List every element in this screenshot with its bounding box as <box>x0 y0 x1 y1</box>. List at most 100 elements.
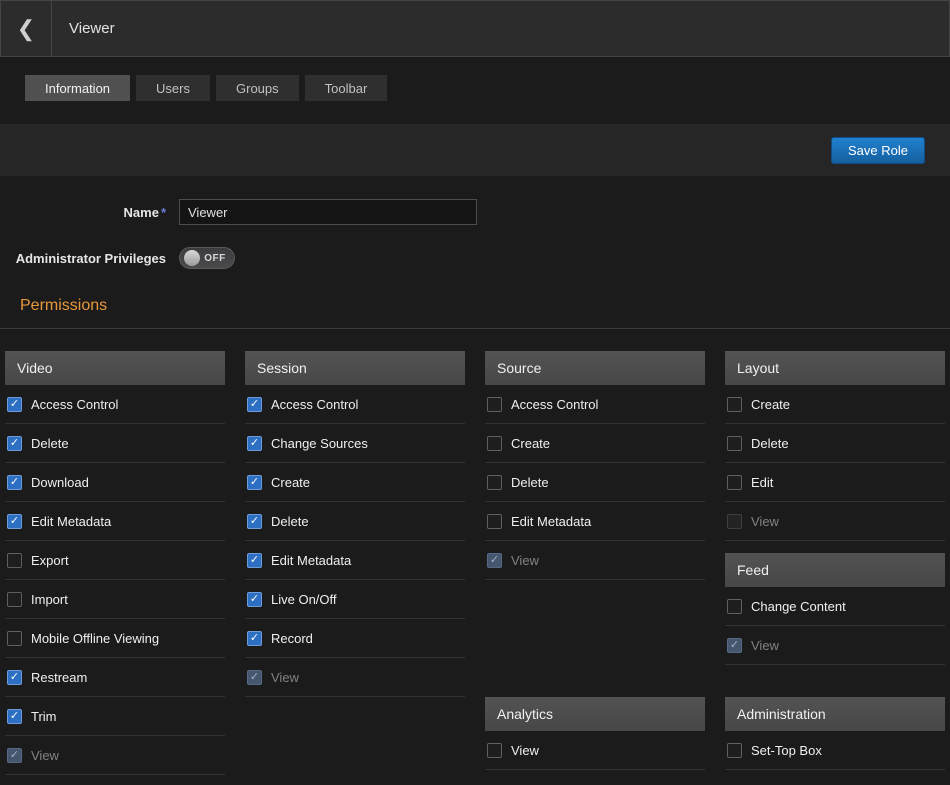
top-header: ❮ Viewer <box>0 0 950 57</box>
perm-label-mobile-offline-viewing: Mobile Offline Viewing <box>31 631 159 646</box>
perm-group-feed: FeedChange Content✓View <box>725 553 945 665</box>
checkbox-video-trim[interactable]: ✓ <box>7 709 22 724</box>
perm-label-create: Create <box>271 475 310 490</box>
perm-row-video-view: ✓ View <box>5 736 225 775</box>
perm-row-layout-edit: Edit <box>725 463 945 502</box>
perm-label-record: Record <box>271 631 313 646</box>
perm-row-video-access-control: ✓ Access Control <box>5 385 225 424</box>
checkbox-layout-view <box>727 514 742 529</box>
tab-information[interactable]: Information <box>25 75 130 101</box>
perm-label-edit-metadata: Edit Metadata <box>511 514 591 529</box>
perm-label-delete: Delete <box>271 514 309 529</box>
perm-label-access-control: Access Control <box>31 397 118 412</box>
checkbox-analytics-view[interactable] <box>487 743 502 758</box>
checkbox-video-delete[interactable]: ✓ <box>7 436 22 451</box>
checkbox-session-access-control[interactable]: ✓ <box>247 397 262 412</box>
chevron-left-icon: ❮ <box>17 18 35 40</box>
checkbox-source-create[interactable] <box>487 436 502 451</box>
perm-row-session-live-on-off: ✓ Live On/Off <box>245 580 465 619</box>
checkbox-session-record[interactable]: ✓ <box>247 631 262 646</box>
perm-row-source-view: ✓ View <box>485 541 705 580</box>
perm-label-live-on-off: Live On/Off <box>271 592 337 607</box>
checkbox-video-access-control[interactable]: ✓ <box>7 397 22 412</box>
perm-label-import: Import <box>31 592 68 607</box>
perm-group-session: Session✓Access Control✓Change Sources✓Cr… <box>245 351 465 697</box>
perm-row-session-record: ✓ Record <box>245 619 465 658</box>
perm-row-session-access-control: ✓Access Control <box>245 385 465 424</box>
perm-label-view: View <box>31 748 59 763</box>
perm-group-title-administration: Administration <box>725 697 945 731</box>
perm-row-source-access-control: Access Control <box>485 385 705 424</box>
toggle-state-label: OFF <box>200 253 230 264</box>
name-input[interactable] <box>179 199 477 225</box>
checkbox-administration-set-top-box[interactable] <box>727 743 742 758</box>
checkbox-layout-edit[interactable] <box>727 475 742 490</box>
required-asterisk: * <box>161 205 166 220</box>
perm-row-source-delete: Delete <box>485 463 705 502</box>
checkbox-video-download[interactable]: ✓ <box>7 475 22 490</box>
name-label: Name* <box>0 205 166 220</box>
tab-users[interactable]: Users <box>136 75 210 101</box>
role-form: Name* Administrator Privileges OFF <box>0 199 950 269</box>
perm-label-view: View <box>751 514 779 529</box>
perm-row-feed-change-content: Change Content <box>725 587 945 626</box>
perm-label-view: View <box>751 638 779 653</box>
tab-bar: InformationUsersGroupsToolbar <box>25 75 950 101</box>
checkbox-source-access-control[interactable] <box>487 397 502 412</box>
admin-privileges-label: Administrator Privileges <box>0 251 166 266</box>
role-editor-page: ❮ Viewer InformationUsersGroupsToolbar S… <box>0 0 950 775</box>
perm-label-change-sources: Change Sources <box>271 436 368 451</box>
perm-label-create: Create <box>751 397 790 412</box>
perm-row-session-change-sources: ✓ Change Sources <box>245 424 465 463</box>
checkbox-video-view: ✓ <box>7 748 22 763</box>
perm-group-title-source: Source <box>485 351 705 385</box>
perm-row-video-edit-metadata: ✓Edit Metadata <box>5 502 225 541</box>
perm-row-session-create: ✓ Create <box>245 463 465 502</box>
perm-label-edit: Edit <box>751 475 773 490</box>
perm-row-session-view: ✓ View <box>245 658 465 697</box>
perm-label-export: Export <box>31 553 69 568</box>
checkbox-session-change-sources[interactable]: ✓ <box>247 436 262 451</box>
perm-row-session-delete: ✓ Delete <box>245 502 465 541</box>
checkbox-video-import[interactable] <box>7 592 22 607</box>
checkbox-source-delete[interactable] <box>487 475 502 490</box>
checkbox-session-create[interactable]: ✓ <box>247 475 262 490</box>
perm-label-view: View <box>271 670 299 685</box>
admin-privileges-toggle[interactable]: OFF <box>179 247 235 269</box>
name-label-text: Name <box>124 205 159 220</box>
checkbox-layout-create[interactable] <box>727 397 742 412</box>
perm-group-title-feed: Feed <box>725 553 945 587</box>
checkbox-video-restream[interactable]: ✓ <box>7 670 22 685</box>
checkbox-video-export[interactable] <box>7 553 22 568</box>
permissions-section-header: Permissions <box>0 297 950 329</box>
back-button[interactable]: ❮ <box>1 1 52 56</box>
checkbox-session-delete[interactable]: ✓ <box>247 514 262 529</box>
checkbox-source-view: ✓ <box>487 553 502 568</box>
checkbox-layout-delete[interactable] <box>727 436 742 451</box>
save-toolbar: Save Role <box>0 124 950 176</box>
perm-label-restream: Restream <box>31 670 87 685</box>
checkbox-session-view: ✓ <box>247 670 262 685</box>
toggle-knob-icon <box>184 250 200 266</box>
perm-row-video-mobile-offline-viewing: Mobile Offline Viewing <box>5 619 225 658</box>
tab-toolbar[interactable]: Toolbar <box>305 75 388 101</box>
checkbox-session-live-on-off[interactable]: ✓ <box>247 592 262 607</box>
perm-row-session-edit-metadata: ✓Edit Metadata <box>245 541 465 580</box>
save-role-button[interactable]: Save Role <box>831 137 925 164</box>
checkbox-session-edit-metadata[interactable]: ✓ <box>247 553 262 568</box>
perm-group-source: SourceAccess ControlCreateDeleteEdit Met… <box>485 351 705 580</box>
perm-column-1: Video✓Access Control✓Delete✓Download✓Edi… <box>5 351 225 775</box>
perm-column-3: SourceAccess ControlCreateDeleteEdit Met… <box>485 351 705 770</box>
perm-label-set-top-box: Set-Top Box <box>751 743 822 758</box>
perm-group-analytics: AnalyticsView <box>485 697 705 770</box>
checkbox-video-edit-metadata[interactable]: ✓ <box>7 514 22 529</box>
tab-groups[interactable]: Groups <box>216 75 299 101</box>
checkbox-feed-change-content[interactable] <box>727 599 742 614</box>
perm-row-layout-view: View <box>725 502 945 541</box>
perm-label-delete: Delete <box>751 436 789 451</box>
perm-row-layout-create: Create <box>725 385 945 424</box>
checkbox-source-edit-metadata[interactable] <box>487 514 502 529</box>
perm-label-view: View <box>511 553 539 568</box>
perm-group-title-session: Session <box>245 351 465 385</box>
checkbox-video-mobile-offline-viewing[interactable] <box>7 631 22 646</box>
